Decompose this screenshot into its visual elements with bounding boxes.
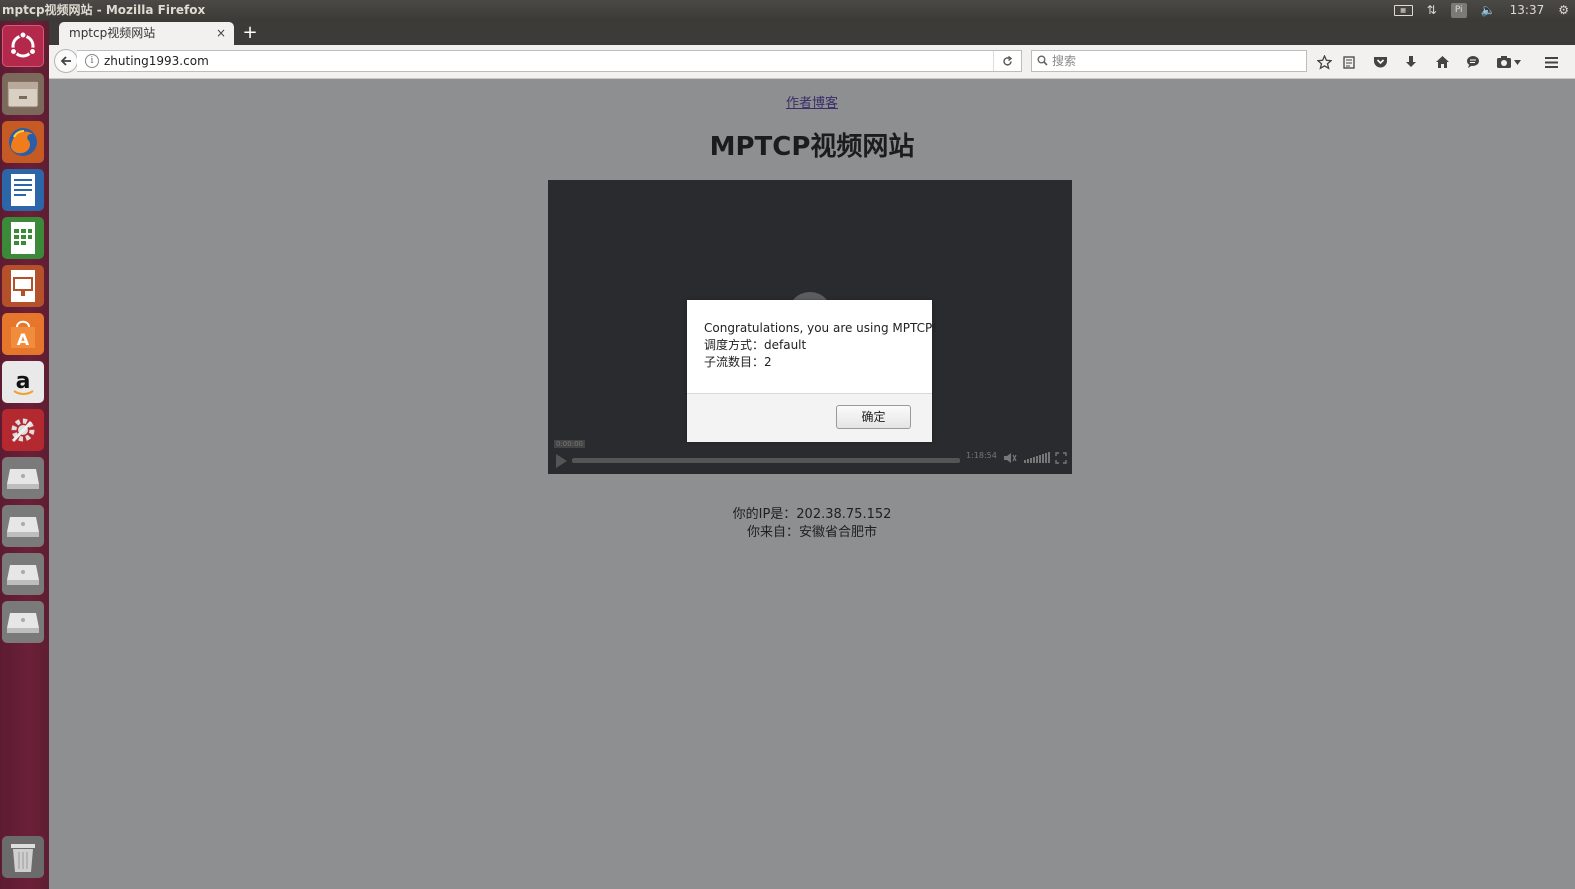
location-line: 你来自：安徽省合肥市: [746, 525, 877, 540]
reload-icon: [1003, 55, 1013, 65]
dialog-message: Congratulations, you are using MPTCP! 调度…: [704, 320, 937, 371]
download-icon[interactable]: [1402, 53, 1420, 71]
info-icon[interactable]: i: [85, 54, 99, 68]
drive-icon[interactable]: [2, 457, 44, 499]
keyboard-icon[interactable]: ▦: [1393, 5, 1413, 16]
seek-bar[interactable]: [572, 458, 960, 463]
search-icon: [1037, 55, 1048, 66]
pocket-icon[interactable]: [1371, 53, 1389, 71]
mptcp-alert-dialog: Congratulations, you are using MPTCP! 调度…: [687, 300, 937, 442]
author-blog-link[interactable]: 作者博客: [49, 92, 1575, 111]
screenshot-icon[interactable]: [1495, 53, 1513, 71]
ubuntu-logo-icon[interactable]: [2, 25, 44, 67]
drive-icon[interactable]: [2, 505, 44, 547]
dialog-line-congrats: Congratulations, you are using MPTCP!: [704, 321, 938, 335]
volume-icon[interactable]: 🔈: [1481, 0, 1496, 21]
tab-mptcp[interactable]: mptcp视频网站 ×: [59, 22, 234, 46]
ip-info: 你的IP是：202.38.75.152 你来自：安徽省合肥市: [49, 506, 1575, 542]
window-title: mptcp视频网站 - Mozilla Firefox: [2, 3, 206, 17]
search-bar[interactable]: 搜索: [1031, 50, 1307, 72]
system-tray: ▦ ⇅ Pi 🔈 13:37 ⚙: [1393, 0, 1569, 21]
reading-list-icon[interactable]: [1340, 53, 1358, 71]
chevron-down-icon[interactable]: [1512, 53, 1522, 71]
volume-icon[interactable]: [1003, 452, 1017, 464]
clock[interactable]: 13:37: [1510, 0, 1545, 21]
video-controls: 0:00:00 1:18:54: [548, 440, 1072, 474]
impress-icon[interactable]: [2, 265, 44, 307]
input-indicator[interactable]: Pi: [1450, 3, 1467, 18]
network-icon[interactable]: ⇅: [1427, 0, 1437, 21]
back-arrow-icon: [60, 56, 71, 66]
page-content: 作者博客 MPTCP视频网站 0:00:00 1:18:54 Congratul…: [49, 79, 1575, 889]
seek-tooltip: 0:00:00: [554, 440, 585, 448]
back-button[interactable]: [54, 49, 78, 73]
home-icon[interactable]: [1433, 53, 1451, 71]
system-settings-icon[interactable]: [2, 409, 44, 451]
dialog-footer: 确定: [687, 394, 932, 442]
amazon-icon[interactable]: a: [2, 361, 44, 403]
duration-label: 1:18:54: [966, 451, 997, 460]
fullscreen-icon[interactable]: [1055, 452, 1067, 464]
ok-button[interactable]: 确定: [836, 405, 911, 429]
dialog-line-subflows: 子流数目：2: [704, 355, 772, 369]
menu-icon[interactable]: [1542, 53, 1560, 71]
system-top-bar: mptcp视频网站 - Mozilla Firefox ▦ ⇅ Pi 🔈 13:…: [0, 0, 1575, 21]
svg-text:A: A: [17, 330, 30, 349]
firefox-icon[interactable]: [2, 121, 44, 163]
dialog-line-scheduler: 调度方式：default: [704, 338, 807, 352]
page-title: MPTCP视频网站: [709, 132, 915, 162]
trash-icon[interactable]: [2, 836, 44, 878]
gear-icon[interactable]: ⚙: [1558, 0, 1569, 21]
drive-icon[interactable]: [2, 553, 44, 595]
reload-button[interactable]: [993, 51, 1021, 71]
url-text[interactable]: zhuting1993.com: [104, 51, 209, 71]
navigation-bar: i zhuting1993.com 搜索: [49, 45, 1575, 79]
play-icon[interactable]: [556, 454, 567, 468]
launcher: A a: [0, 21, 50, 889]
tab-strip: mptcp视频网站 × +: [49, 21, 1575, 46]
url-bar[interactable]: i zhuting1993.com: [77, 50, 1022, 72]
drive-icon[interactable]: [2, 601, 44, 643]
new-tab-button[interactable]: +: [240, 22, 260, 44]
tab-close-icon[interactable]: ×: [216, 22, 226, 44]
calc-icon[interactable]: [2, 217, 44, 259]
svg-text:a: a: [16, 369, 31, 394]
ip-line: 你的IP是：202.38.75.152: [732, 507, 892, 522]
writer-icon[interactable]: [2, 169, 44, 211]
bookmark-star-icon[interactable]: [1315, 53, 1333, 71]
volume-slider[interactable]: [1024, 452, 1050, 463]
search-placeholder: 搜索: [1052, 54, 1077, 68]
tab-label: mptcp视频网站: [69, 26, 156, 40]
chat-icon[interactable]: [1464, 53, 1482, 71]
software-center-icon[interactable]: A: [2, 313, 44, 355]
file-manager-icon[interactable]: [2, 73, 44, 115]
